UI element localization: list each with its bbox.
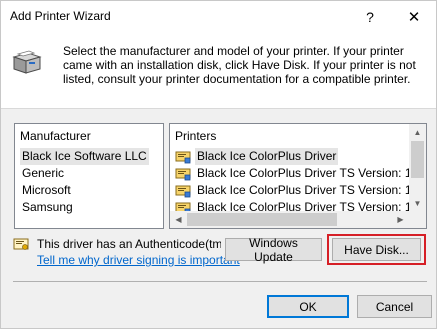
title-bar: Add Printer Wizard ? ✕: [1, 1, 436, 33]
horizontal-scroll-thumb[interactable]: [187, 213, 337, 226]
wizard-header: Select the manufacturer and model of you…: [1, 33, 436, 109]
printers-horizontal-scrollbar[interactable]: ◀ ▶: [170, 211, 409, 228]
vertical-scroll-thumb[interactable]: [411, 141, 424, 178]
add-printer-wizard-window: Add Printer Wizard ? ✕ Select the manufa…: [0, 0, 437, 329]
scroll-up-arrow-icon[interactable]: ▲: [409, 124, 426, 141]
printer-item[interactable]: Black Ice ColorPlus Driver TS Version: 1…: [175, 182, 427, 199]
manufacturer-list-header: Manufacturer: [20, 129, 91, 143]
scrollbar-corner: [409, 211, 426, 228]
driver-signing-link[interactable]: Tell me why driver signing is important: [37, 253, 240, 267]
printer-driver-icon: [175, 151, 191, 163]
close-button[interactable]: ✕: [391, 1, 437, 32]
manufacturer-item[interactable]: Microsoft: [20, 182, 73, 199]
wizard-description: Select the manufacturer and model of you…: [63, 44, 416, 86]
printer-icon: [12, 50, 42, 74]
help-button[interactable]: ?: [347, 1, 393, 32]
scroll-down-arrow-icon[interactable]: ▼: [409, 195, 426, 212]
printers-vertical-scrollbar[interactable]: ▲ ▼: [409, 124, 426, 212]
manufacturer-item[interactable]: Black Ice Software LLC: [20, 148, 149, 165]
printer-driver-icon: [175, 168, 191, 180]
windows-update-button[interactable]: Windows Update: [225, 236, 322, 264]
cancel-button[interactable]: Cancel: [357, 295, 432, 318]
manufacturer-list[interactable]: Manufacturer Black Ice Software LLC Gene…: [14, 123, 164, 229]
printer-item[interactable]: Black Ice ColorPlus Driver: [175, 148, 339, 165]
scroll-right-arrow-icon[interactable]: ▶: [392, 211, 409, 228]
ok-button[interactable]: OK: [267, 295, 349, 318]
printer-item-label: Black Ice ColorPlus Driver TS Version: 1…: [197, 166, 427, 180]
have-disk-button[interactable]: Have Disk...: [332, 238, 421, 261]
scroll-left-arrow-icon[interactable]: ◀: [170, 211, 187, 228]
authenticode-status-text: This driver has an Authenticode(tm) sign…: [37, 237, 221, 251]
manufacturer-item[interactable]: Generic: [20, 165, 66, 182]
printer-item-label: Black Ice ColorPlus Driver TS Version: 1…: [197, 183, 427, 197]
printer-item-label: Black Ice ColorPlus Driver: [195, 148, 339, 165]
certificate-icon: [13, 238, 29, 250]
printer-item[interactable]: Black Ice ColorPlus Driver TS Version: 1…: [175, 165, 427, 182]
window-title: Add Printer Wizard: [10, 9, 111, 23]
printers-list[interactable]: Printers Black Ice ColorPlus Driver Blac…: [169, 123, 427, 229]
printer-driver-icon: [175, 185, 191, 197]
printers-list-header: Printers: [175, 129, 217, 143]
manufacturer-item[interactable]: Samsung: [20, 199, 75, 216]
footer-separator: [13, 281, 427, 282]
